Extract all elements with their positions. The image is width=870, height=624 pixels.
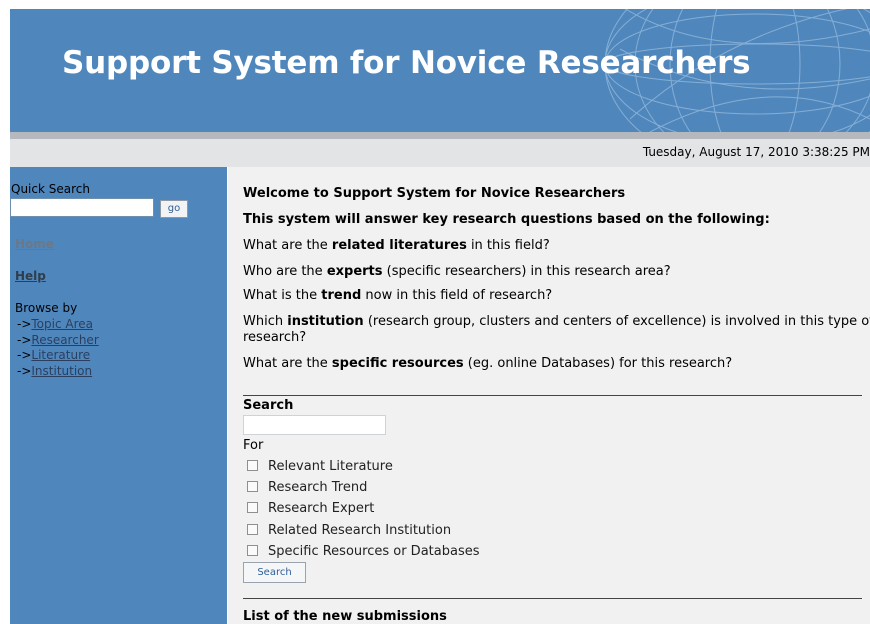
for-label: For bbox=[243, 438, 264, 453]
browse-item-institution: ->Institution bbox=[17, 364, 92, 378]
question-related-literatures: What are the related literatures in this… bbox=[243, 238, 550, 253]
checkbox-label: Related Research Institution bbox=[268, 523, 452, 538]
checkbox-label: Specific Resources or Databases bbox=[268, 544, 480, 559]
search-heading: Search bbox=[243, 398, 294, 413]
browse-link-institution[interactable]: Institution bbox=[31, 364, 92, 378]
browse-link-topic-area[interactable]: Topic Area bbox=[31, 317, 93, 331]
checkbox[interactable] bbox=[247, 460, 258, 471]
checkbox[interactable] bbox=[247, 481, 258, 492]
checkbox-label: Research Trend bbox=[268, 480, 368, 495]
checkbox[interactable] bbox=[247, 502, 258, 513]
question-institution-cont: research? bbox=[243, 330, 307, 345]
browse-item-researcher: ->Researcher bbox=[17, 333, 99, 347]
section-divider bbox=[243, 598, 862, 599]
welcome-heading: Welcome to Support System for Novice Res… bbox=[243, 186, 626, 201]
browse-arrow: -> bbox=[17, 364, 32, 378]
sidebar: Quick Search go Home Help Browse by ->To… bbox=[10, 167, 227, 624]
quick-search-go-button[interactable]: go bbox=[160, 200, 188, 218]
question-specific-resources: What are the specific resources (eg. onl… bbox=[243, 356, 733, 371]
header-divider bbox=[10, 132, 870, 139]
section-divider bbox=[243, 395, 862, 396]
quick-search-label: Quick Search bbox=[11, 182, 90, 196]
checkbox-label: Relevant Literature bbox=[268, 459, 393, 474]
search-button[interactable]: Search bbox=[243, 562, 306, 583]
date-bar: Tuesday, August 17, 2010 3:38:25 PM bbox=[10, 139, 870, 167]
checkbox[interactable] bbox=[247, 524, 258, 535]
question-institution: Which institution (research group, clust… bbox=[243, 314, 870, 329]
site-title: Support System for Novice Researchers bbox=[62, 45, 751, 81]
browse-link-researcher[interactable]: Researcher bbox=[31, 333, 98, 347]
quick-search-input[interactable] bbox=[10, 198, 154, 217]
current-datetime: Tuesday, August 17, 2010 3:38:25 PM bbox=[642, 145, 870, 159]
checkbox[interactable] bbox=[247, 545, 258, 556]
question-experts: Who are the experts (specific researcher… bbox=[243, 264, 671, 279]
browse-arrow: -> bbox=[17, 348, 32, 362]
checkbox-label: Research Expert bbox=[268, 501, 375, 516]
browse-arrow: -> bbox=[17, 333, 32, 347]
question-trend: What is the trend now in this field of r… bbox=[243, 288, 553, 303]
help-link[interactable]: Help bbox=[15, 269, 46, 283]
browse-item-literature: ->Literature bbox=[17, 348, 90, 362]
search-input[interactable] bbox=[243, 415, 386, 435]
browse-link-literature[interactable]: Literature bbox=[31, 348, 90, 362]
site-header: Support System for Novice Researchers bbox=[10, 9, 870, 132]
new-submissions-heading: List of the new submissions bbox=[243, 609, 447, 624]
browse-arrow: -> bbox=[17, 317, 32, 331]
intro-text: This system will answer key research que… bbox=[243, 212, 770, 227]
main-content: Welcome to Support System for Novice Res… bbox=[228, 167, 870, 624]
browse-item-topic-area: ->Topic Area bbox=[17, 317, 93, 331]
home-link[interactable]: Home bbox=[15, 237, 54, 251]
browse-by-label: Browse by bbox=[15, 301, 78, 315]
